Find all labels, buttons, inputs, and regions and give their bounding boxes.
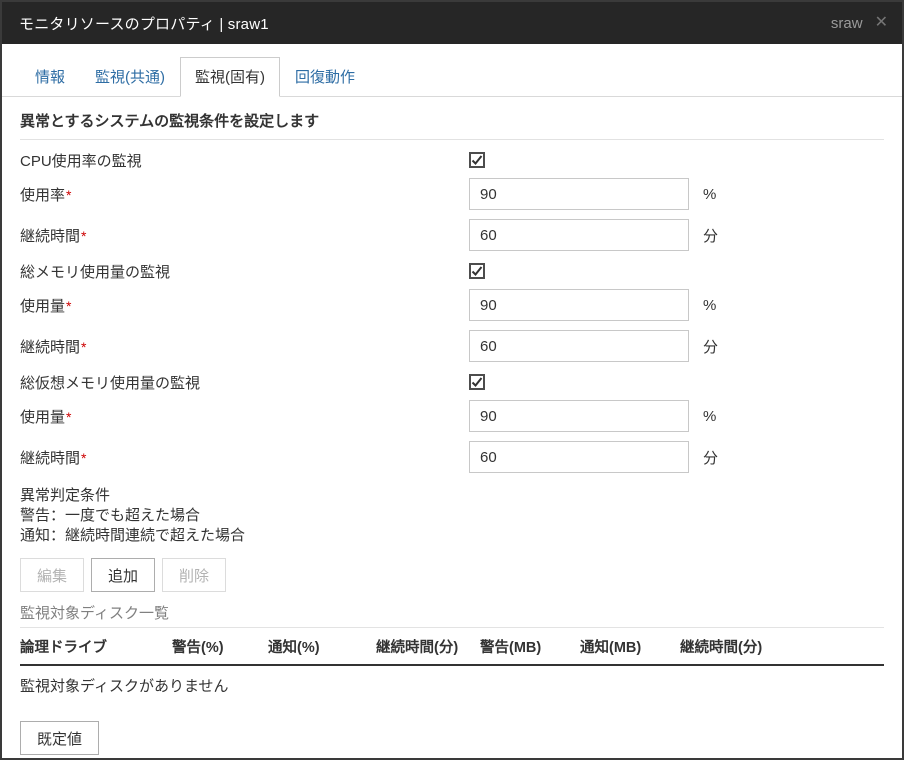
memory-usage-input[interactable] — [469, 289, 689, 321]
virtual-memory-usage-input[interactable] — [469, 400, 689, 432]
col-notice-mb: 通知(MB) — [580, 628, 680, 666]
edit-button[interactable]: 編集 — [20, 558, 84, 592]
tab-bar: 情報 監視(共通) 監視(固有) 回復動作 — [2, 57, 902, 97]
cpu-usage-rate-input[interactable] — [469, 178, 689, 210]
memory-usage-label: 使用量 — [20, 298, 65, 315]
memory-monitor-label: 総メモリ使用量の監視 — [20, 261, 469, 282]
resource-context-label: sraw — [831, 15, 863, 32]
cpu-usage-rate-label: 使用率 — [20, 187, 65, 204]
required-mark: * — [81, 450, 86, 466]
virtual-memory-duration-input[interactable] — [469, 441, 689, 473]
monitor-resource-properties-dialog: モニタリソースのプロパティ | sraw1 sraw ✕ 情報 監視(共通) 監… — [0, 0, 904, 760]
disk-actions: 編集 追加 削除 — [20, 558, 884, 592]
virtual-memory-monitor-checkbox[interactable] — [469, 374, 485, 390]
check-icon — [471, 154, 483, 166]
memory-monitor-checkbox[interactable] — [469, 263, 485, 279]
default-values-button[interactable]: 既定値 — [20, 721, 99, 755]
judgement-notice-line: 通知：継続時間連続で超えた場合 — [20, 526, 884, 546]
virtual-memory-usage-unit: % — [703, 408, 716, 425]
cpu-usage-rate-unit: % — [703, 186, 716, 203]
section-heading: 異常とするシステムの監視条件を設定します — [20, 110, 884, 140]
judgement-warning-line: 警告：一度でも超えた場合 — [20, 506, 884, 526]
disk-table-empty-message: 監視対象ディスクがありません — [20, 665, 884, 705]
required-mark: * — [81, 339, 86, 355]
cpu-usage-group: CPU使用率の監視 使用率* % 継続時間* 分 — [20, 140, 884, 251]
footer-actions: OK キャンセル 適用 — [20, 755, 884, 758]
col-notice-percent: 通知(%) — [268, 628, 376, 666]
virtual-memory-duration-unit: 分 — [703, 447, 718, 468]
check-icon — [471, 376, 483, 388]
check-icon — [471, 265, 483, 277]
add-button[interactable]: 追加 — [91, 558, 155, 592]
disk-table-empty-row: 監視対象ディスクがありません — [20, 665, 884, 705]
tab-info[interactable]: 情報 — [20, 57, 80, 97]
tab-monitor-specific[interactable]: 監視(固有) — [180, 57, 280, 97]
required-mark: * — [66, 298, 71, 314]
delete-button[interactable]: 削除 — [162, 558, 226, 592]
disk-table: 論理ドライブ 警告(%) 通知(%) 継続時間(分) 警告(MB) 通知(MB)… — [20, 627, 884, 705]
dialog-title: モニタリソースのプロパティ | sraw1 — [19, 13, 269, 34]
memory-usage-group: 総メモリ使用量の監視 使用量* % 継続時間* 分 — [20, 251, 884, 362]
titlebar: モニタリソースのプロパティ | sraw1 sraw ✕ — [2, 2, 902, 44]
col-duration-min-1: 継続時間(分) — [376, 628, 480, 666]
tab-monitor-common[interactable]: 監視(共通) — [80, 57, 180, 97]
cpu-duration-label: 継続時間 — [20, 228, 80, 245]
disk-table-caption: 監視対象ディスク一覧 — [20, 602, 884, 623]
tab-panel-monitor-specific: 異常とするシステムの監視条件を設定します CPU使用率の監視 使用率* % 継続… — [2, 97, 902, 758]
cpu-duration-input[interactable] — [469, 219, 689, 251]
required-mark: * — [81, 228, 86, 244]
memory-duration-label: 継続時間 — [20, 339, 80, 356]
cpu-monitor-label: CPU使用率の監視 — [20, 150, 469, 171]
virtual-memory-duration-label: 継続時間 — [20, 450, 80, 467]
cpu-duration-unit: 分 — [703, 225, 718, 246]
memory-duration-unit: 分 — [703, 336, 718, 357]
tab-recovery-action[interactable]: 回復動作 — [280, 57, 370, 97]
col-logical-drive: 論理ドライブ — [20, 628, 172, 666]
memory-usage-unit: % — [703, 297, 716, 314]
col-warning-percent: 警告(%) — [172, 628, 268, 666]
virtual-memory-usage-label: 使用量 — [20, 409, 65, 426]
judgement-title: 異常判定条件 — [20, 486, 884, 506]
col-duration-min-2: 継続時間(分) — [680, 628, 884, 666]
abnormality-judgement-note: 異常判定条件 警告：一度でも超えた場合 通知：継続時間連続で超えた場合 — [20, 486, 884, 546]
col-warning-mb: 警告(MB) — [480, 628, 580, 666]
virtual-memory-usage-group: 総仮想メモリ使用量の監視 使用量* % 継続時間* 分 — [20, 362, 884, 473]
required-mark: * — [66, 409, 71, 425]
required-mark: * — [66, 187, 71, 203]
disk-table-header-row: 論理ドライブ 警告(%) 通知(%) 継続時間(分) 警告(MB) 通知(MB)… — [20, 628, 884, 666]
memory-duration-input[interactable] — [469, 330, 689, 362]
virtual-memory-monitor-label: 総仮想メモリ使用量の監視 — [20, 372, 469, 393]
close-icon[interactable]: ✕ — [875, 15, 888, 31]
cpu-monitor-checkbox[interactable] — [469, 152, 485, 168]
